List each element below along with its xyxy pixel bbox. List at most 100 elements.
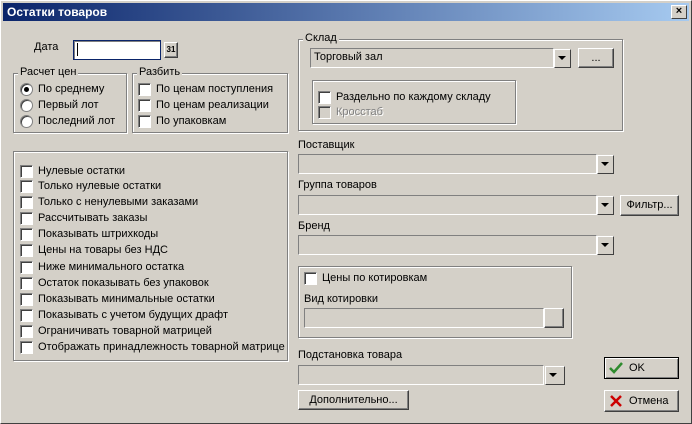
checkbox-icon — [318, 105, 331, 119]
per-warehouse-checkbox[interactable]: Раздельно по каждому складу — [318, 90, 491, 104]
checkbox-label: Показывать с учетом будущих драфт — [38, 309, 228, 321]
checkbox-icon — [20, 243, 33, 257]
checkbox-label: Раздельно по каждому складу — [336, 91, 491, 103]
checkbox-icon — [20, 179, 33, 193]
warehouse-more-button[interactable]: ... — [578, 48, 614, 68]
radio-icon — [20, 114, 33, 128]
checkbox-icon — [20, 308, 33, 322]
product-group-label: Группа товаров — [298, 179, 377, 191]
warehouse-value: Торговый зал — [314, 51, 383, 63]
brand-label: Бренд — [298, 220, 330, 232]
date-input[interactable] — [73, 40, 161, 60]
quote-kind-label: Вид котировки — [304, 293, 378, 305]
option-show-barcodes[interactable]: Показывать штрихкоды — [20, 227, 158, 241]
checkbox-label: По ценам поступления — [156, 83, 274, 95]
checkbox-icon — [20, 292, 33, 306]
more-button[interactable]: Дополнительно... — [298, 390, 409, 410]
radio-last-lot[interactable]: Последний лот — [20, 114, 115, 128]
substitution-label: Подстановка товара — [298, 349, 403, 361]
warehouse-title: Склад — [303, 32, 339, 44]
date-label: Дата — [34, 41, 59, 53]
radio-label: По среднему — [38, 83, 105, 95]
split-by-packages[interactable]: По упаковкам — [138, 114, 226, 128]
warehouse-dropdown-button[interactable] — [554, 49, 571, 68]
close-button[interactable]: × — [671, 5, 687, 19]
checkbox-icon — [138, 114, 151, 128]
calendar-icon[interactable]: 31 — [164, 42, 178, 58]
cancel-label: Отмена — [629, 395, 669, 407]
checkbox-icon — [304, 271, 317, 285]
option-only-zero-stock[interactable]: Только нулевые остатки — [20, 179, 161, 193]
checkbox-icon — [138, 98, 151, 112]
cancel-button[interactable]: Отмена — [604, 390, 679, 412]
split-by-purchase-price[interactable]: По ценам поступления — [138, 82, 273, 96]
checkbox-icon — [20, 340, 33, 354]
radio-first-lot[interactable]: Первый лот — [20, 98, 99, 112]
checkbox-label: Отображать принадлежность товарной матри… — [38, 341, 285, 353]
checkbox-label: Только с ненулевыми заказами — [38, 196, 199, 208]
price-calc-title: Расчет цен — [18, 66, 79, 78]
radio-icon — [20, 98, 33, 112]
option-prices-without-vat[interactable]: Цены на товары без НДС — [20, 243, 168, 257]
checkbox-icon — [20, 227, 33, 241]
brand-dropdown-button[interactable] — [597, 236, 614, 255]
checkbox-icon — [318, 90, 331, 104]
quotes-checkbox[interactable]: Цены по котировкам — [304, 271, 427, 285]
option-calc-orders[interactable]: Рассчитывать заказы — [20, 211, 147, 225]
checkbox-label: Ограничивать товарной матрицей — [38, 325, 212, 337]
substitution-select[interactable] — [298, 365, 544, 385]
warehouse-select[interactable]: Торговый зал — [310, 48, 554, 68]
split-by-sale-price[interactable]: По ценам реализации — [138, 98, 269, 112]
option-nonzero-orders[interactable]: Только с ненулевыми заказами — [20, 195, 198, 209]
check-icon — [609, 362, 623, 374]
option-below-minimum[interactable]: Ниже минимального остатка — [20, 260, 184, 274]
checkbox-label: Остаток показывать без упаковок — [38, 277, 209, 289]
quote-kind-button[interactable] — [544, 308, 564, 328]
brand-select[interactable] — [298, 235, 597, 255]
checkbox-icon — [20, 260, 33, 274]
checkbox-label: Нулевые остатки — [38, 165, 126, 177]
radio-icon — [20, 82, 33, 96]
radio-average[interactable]: По среднему — [20, 82, 104, 96]
checkbox-label: Только нулевые остатки — [38, 180, 162, 192]
title-bar: Остатки товаров × — [3, 3, 689, 21]
supplier-select[interactable] — [298, 154, 597, 174]
ok-label: OK — [629, 362, 645, 374]
checkbox-label: Показывать минимальные остатки — [38, 293, 215, 305]
checkbox-icon — [20, 324, 33, 338]
product-group-select[interactable] — [298, 195, 597, 215]
checkbox-icon — [20, 211, 33, 225]
checkbox-label: По ценам реализации — [156, 99, 269, 111]
checkbox-label: Кросстаб — [336, 106, 383, 118]
dialog-window: Остатки товаров × Дата 31 Расчет цен По … — [0, 0, 692, 424]
option-without-packages[interactable]: Остаток показывать без упаковок — [20, 276, 209, 290]
checkbox-label: Рассчитывать заказы — [38, 212, 148, 224]
product-group-dropdown-button[interactable] — [597, 196, 614, 215]
checkbox-label: По упаковкам — [156, 115, 227, 127]
checkbox-label: Ниже минимального остатка — [38, 261, 185, 273]
checkbox-label: Цены на товары без НДС — [38, 244, 168, 256]
checkbox-icon — [20, 276, 33, 290]
option-limit-matrix[interactable]: Ограничивать товарной матрицей — [20, 324, 212, 338]
text-caret — [77, 43, 78, 56]
checkbox-label: Цены по котировкам — [322, 272, 428, 284]
supplier-label: Поставщик — [298, 139, 355, 151]
radio-label: Первый лот — [38, 99, 99, 111]
option-zero-stock[interactable]: Нулевые остатки — [20, 164, 125, 178]
window-title: Остатки товаров — [7, 5, 108, 19]
crosstab-checkbox: Кросстаб — [318, 105, 383, 119]
substitution-dropdown-button[interactable] — [545, 366, 565, 385]
quote-kind-select[interactable] — [304, 308, 544, 328]
radio-label: Последний лот — [38, 115, 116, 127]
cross-icon — [609, 395, 623, 407]
checkbox-label: Показывать штрихкоды — [38, 228, 159, 240]
ok-button[interactable]: OK — [604, 357, 679, 379]
option-show-matrix-membership[interactable]: Отображать принадлежность товарной матри… — [20, 340, 285, 354]
option-show-min-stock[interactable]: Показывать минимальные остатки — [20, 292, 215, 306]
supplier-dropdown-button[interactable] — [597, 155, 614, 174]
checkbox-icon — [20, 164, 33, 178]
checkbox-icon — [20, 195, 33, 209]
option-future-drafts[interactable]: Показывать с учетом будущих драфт — [20, 308, 228, 322]
filter-button[interactable]: Фильтр... — [620, 195, 679, 216]
split-title: Разбить — [137, 66, 183, 78]
